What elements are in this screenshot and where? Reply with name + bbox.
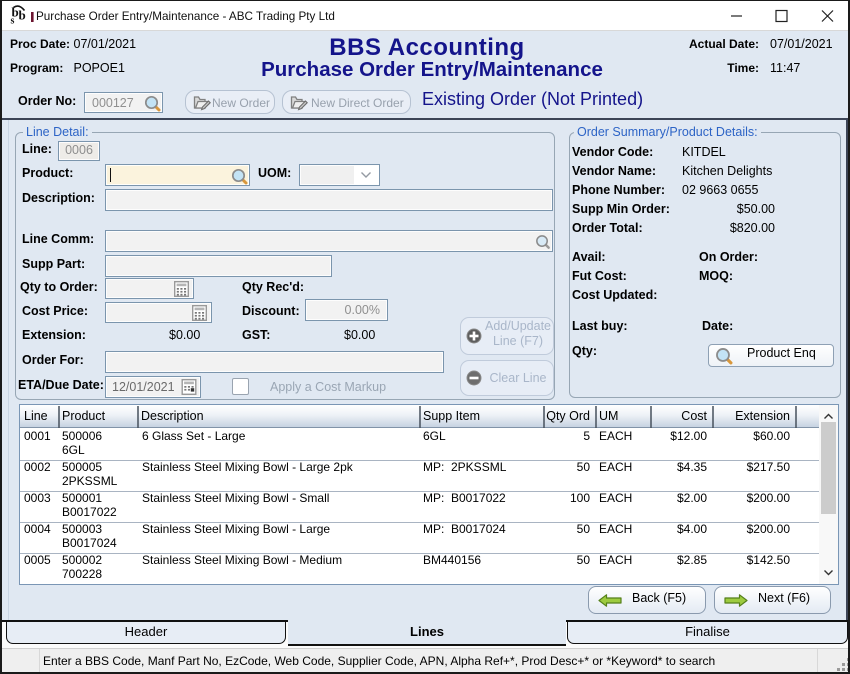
- svg-text:s: s: [11, 16, 15, 27]
